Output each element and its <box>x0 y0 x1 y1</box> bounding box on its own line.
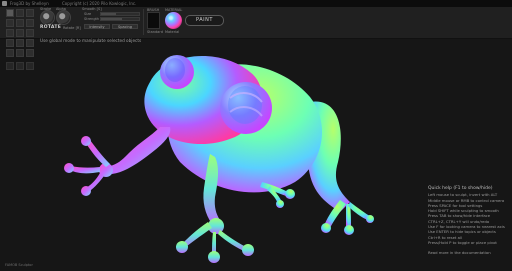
title-bar: Frog3D by Shelleyn Copyright (c) 2020 Pi… <box>0 0 512 7</box>
tool-slot-icon[interactable] <box>26 62 34 70</box>
frog-front-left-leg <box>110 127 171 174</box>
stroke-brush-icon[interactable] <box>40 10 55 25</box>
tool-slot-icon[interactable] <box>16 49 24 57</box>
tool-slot-icon[interactable] <box>26 19 34 27</box>
tool-slot-icon[interactable] <box>6 9 14 17</box>
tool-palette <box>6 9 34 57</box>
documentation-link[interactable]: Read more in the documentation <box>428 250 512 255</box>
app-title: Frog3D by Shelleyn <box>10 1 49 6</box>
tool-palette-secondary <box>6 62 34 70</box>
tool-slot-icon[interactable] <box>16 29 24 37</box>
smooth-label: Smooth [S] <box>82 7 102 11</box>
quick-help-panel: Quick help (F1 to show/hide) Left mouse … <box>428 186 512 256</box>
frog-back-foot <box>321 200 374 235</box>
rotate-mode-hint: Rotate [R] <box>63 26 81 30</box>
paint-button[interactable]: PAINT <box>185 15 224 26</box>
brush-name: Standard <box>147 30 163 34</box>
material-sphere[interactable] <box>165 12 182 29</box>
tool-slot-icon[interactable] <box>6 39 14 47</box>
rotate-mode-button[interactable]: ROTATE <box>40 25 61 30</box>
strength-label: Strength <box>84 17 100 21</box>
tool-slot-icon[interactable] <box>16 39 24 47</box>
copyright-text: Copyright (c) 2020 Pilo Kowlogic, Inc. <box>62 1 137 6</box>
tool-slot-icon[interactable] <box>16 62 24 70</box>
footer-text: FAMOB Sculptor <box>5 263 33 267</box>
tool-slot-icon[interactable] <box>26 39 34 47</box>
tool-slot-icon[interactable] <box>16 9 24 17</box>
tool-slot-icon[interactable] <box>6 19 14 27</box>
size-slider[interactable]: Size <box>84 12 144 16</box>
intensity-button[interactable]: Intensity <box>84 24 110 29</box>
strength-slider[interactable]: Strength <box>84 17 144 21</box>
frog-left-hand <box>64 136 113 196</box>
alpha-label: Alpha <box>56 7 66 11</box>
frog-right-hand <box>176 218 254 263</box>
stroke-label: Stroke <box>40 7 52 11</box>
tool-slot-icon[interactable] <box>6 62 14 70</box>
size-label: Size <box>84 12 92 16</box>
quick-help-title: Quick help (F1 to show/hide) <box>428 186 493 191</box>
alpha-brush-icon[interactable] <box>56 10 71 25</box>
tool-slot-icon[interactable] <box>26 29 34 37</box>
top-toolbar: Stroke Alpha ROTATE Rotate [R] Smooth [S… <box>0 7 512 39</box>
tool-slot-icon[interactable] <box>16 19 24 27</box>
app-logo-icon <box>2 1 7 6</box>
tool-slot-icon[interactable] <box>26 49 34 57</box>
tool-slot-icon[interactable] <box>26 9 34 17</box>
tool-slot-icon[interactable] <box>6 49 14 57</box>
tool-slot-icon[interactable] <box>6 29 14 37</box>
material-name: Material <box>165 30 180 34</box>
spacing-button[interactable]: Spacing <box>112 24 138 29</box>
brush-swatch[interactable] <box>147 12 160 29</box>
toolbar-divider <box>143 9 144 35</box>
